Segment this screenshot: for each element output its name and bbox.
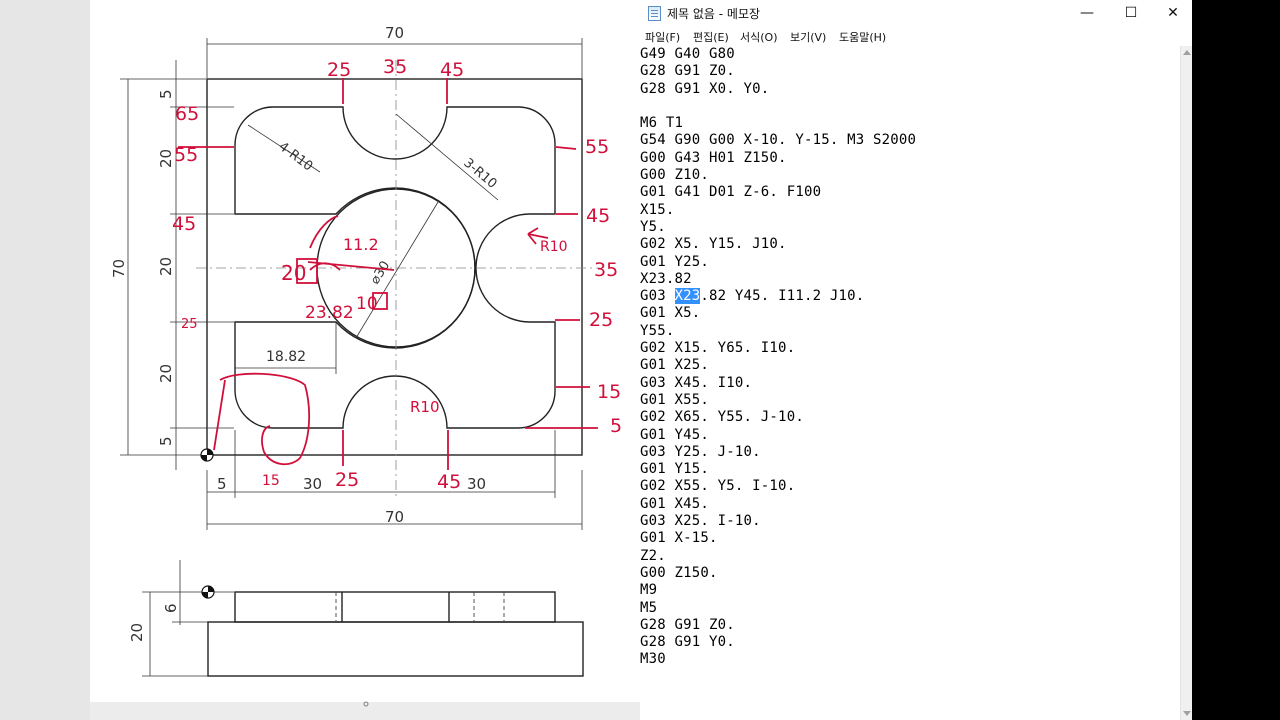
code-line[interactable]: G01 Y45. <box>640 427 1180 444</box>
code-text-after-selection: .82 Y45. I11.2 J10. <box>700 288 865 305</box>
note-11-2: 11.2 <box>343 235 379 254</box>
maximize-button[interactable]: ☐ <box>1110 0 1152 26</box>
dim-left-70: 70 <box>110 259 128 278</box>
code-line[interactable]: G00 G43 H01 Z150. <box>640 150 1180 167</box>
code-line[interactable]: G01 G41 D01 Z-6. F100 <box>640 184 1180 201</box>
scroll-up-icon[interactable] <box>1183 50 1191 55</box>
code-line[interactable]: G03 Y25. J-10. <box>640 444 1180 461</box>
code-line[interactable]: G00 Z150. <box>640 565 1180 582</box>
note-left-65: 65 <box>175 103 199 125</box>
code-line[interactable]: M6 T1 <box>640 115 1180 132</box>
note-left-55: 55 <box>174 144 198 166</box>
code-line[interactable]: G54 G90 G00 X-10. Y-15. M3 S2000 <box>640 132 1180 149</box>
note-top-25: 25 <box>327 59 351 81</box>
close-button[interactable]: ✕ <box>1152 0 1194 26</box>
note-top-45: 45 <box>440 59 464 81</box>
code-line[interactable] <box>640 98 1180 115</box>
dim-bottom-5: 5 <box>217 475 227 493</box>
code-line[interactable]: G01 X-15. <box>640 530 1180 547</box>
menu-edit[interactable]: 편집(E) <box>693 29 729 45</box>
center-lines <box>196 60 600 500</box>
screen-margin <box>1192 0 1280 720</box>
note-r10-right: R10 <box>540 239 568 255</box>
dim-left-20-a: 20 <box>157 149 175 168</box>
menu-bar: 파일(F) 편집(E) 서식(O) 보기(V) 도움말(H) <box>640 26 1192 46</box>
note-left-25: 25 <box>181 317 198 332</box>
code-line[interactable]: G01 X45. <box>640 496 1180 513</box>
dim-4-r10: 4-R10 <box>276 139 316 174</box>
code-line[interactable]: G28 G91 Y0. <box>640 634 1180 651</box>
code-line[interactable]: Y5. <box>640 219 1180 236</box>
code-text-before-selection: G03 <box>640 288 675 305</box>
code-line[interactable]: Z2. <box>640 548 1180 565</box>
side-view <box>207 591 584 677</box>
vertical-scrollbar[interactable] <box>1180 46 1192 720</box>
code-line[interactable]: G01 X55. <box>640 392 1180 409</box>
code-line[interactable]: M9 <box>640 582 1180 599</box>
dim-left-20-b: 20 <box>157 257 175 276</box>
note-top-35: 35 <box>383 56 407 78</box>
dim-bottom-30-b: 30 <box>467 475 486 493</box>
code-line[interactable]: G02 X55. Y5. I-10. <box>640 478 1180 495</box>
dim-bottom-30-a: 30 <box>303 475 322 493</box>
dim-left-5-bottom: 5 <box>157 436 175 446</box>
dim-side-6: 6 <box>162 603 180 613</box>
note-23-82: 23.82 <box>305 303 354 323</box>
note-right-55: 55 <box>585 136 609 158</box>
dim-18-82: 18.82 <box>266 349 306 365</box>
dim-left-5-top: 5 <box>157 89 175 99</box>
menu-view[interactable]: 보기(V) <box>790 29 826 45</box>
note-bottom-15: 15 <box>262 473 280 489</box>
code-line[interactable]: G03 X23.82 Y45. I11.2 J10. <box>640 288 1180 305</box>
menu-file[interactable]: 파일(F) <box>645 29 680 45</box>
note-right-15: 15 <box>597 381 621 403</box>
note-bottom-45: 45 <box>437 471 461 493</box>
code-line[interactable]: G28 G91 Z0. <box>640 63 1180 80</box>
code-line[interactable]: G28 G91 X0. Y0. <box>640 81 1180 98</box>
technical-drawing: 70 70 70 5 20 20 20 5 5 30 30 18.82 4-R1… <box>110 24 622 707</box>
code-line[interactable]: G03 X45. I10. <box>640 375 1180 392</box>
note-20: 20 <box>281 261 306 285</box>
drawing-viewer: 70 70 70 5 20 20 20 5 5 30 30 18.82 4-R1… <box>0 0 640 720</box>
code-line[interactable]: G49 G40 G80 <box>640 46 1180 63</box>
code-line[interactable]: G03 X25. I-10. <box>640 513 1180 530</box>
note-10: 10 <box>356 294 378 314</box>
code-line[interactable]: X15. <box>640 202 1180 219</box>
menu-help[interactable]: 도움말(H) <box>839 29 886 45</box>
note-bottom-25: 25 <box>335 469 359 491</box>
code-line[interactable]: G02 X5. Y15. J10. <box>640 236 1180 253</box>
dim-side-20: 20 <box>128 623 146 642</box>
dim-left-20-c: 20 <box>157 364 175 383</box>
minimize-button[interactable]: — <box>1066 0 1108 26</box>
code-line[interactable]: M30 <box>640 651 1180 668</box>
notepad-icon <box>648 6 661 21</box>
note-right-45: 45 <box>586 205 610 227</box>
dim-top-70: 70 <box>385 24 404 42</box>
code-line[interactable]: M5 <box>640 600 1180 617</box>
scroll-down-icon[interactable] <box>1183 711 1191 716</box>
code-line[interactable]: G02 X65. Y55. J-10. <box>640 409 1180 426</box>
code-line[interactable]: G01 X5. <box>640 305 1180 322</box>
notepad-window: 제목 없음 - 메모장 — ☐ ✕ 파일(F) 편집(E) 서식(O) 보기(V… <box>640 0 1192 720</box>
title-bar[interactable]: 제목 없음 - 메모장 — ☐ ✕ <box>640 0 1192 26</box>
menu-format[interactable]: 서식(O) <box>740 29 777 45</box>
origin-marker <box>200 448 215 599</box>
text-editor[interactable]: G49 G40 G80 G28 G91 Z0. G28 G91 X0. Y0. M6 … <box>640 46 1180 720</box>
selected-text[interactable]: X23 <box>674 288 701 305</box>
code-line[interactable]: G28 G91 Z0. <box>640 617 1180 634</box>
note-right-25: 25 <box>589 309 613 331</box>
note-right-35: 35 <box>594 259 618 281</box>
window-title: 제목 없음 - 메모장 <box>667 7 761 21</box>
code-line[interactable]: G01 X25. <box>640 357 1180 374</box>
code-line[interactable]: X23.82 <box>640 271 1180 288</box>
note-right-5: 5 <box>610 415 622 437</box>
code-line[interactable]: Y55. <box>640 323 1180 340</box>
note-left-45: 45 <box>172 213 196 235</box>
code-line[interactable]: G01 Y25. <box>640 254 1180 271</box>
note-r10-bottom: R10 <box>410 398 440 416</box>
code-line[interactable]: G02 X15. Y65. I10. <box>640 340 1180 357</box>
code-line[interactable]: G01 Y15. <box>640 461 1180 478</box>
dim-bottom-70: 70 <box>385 508 404 526</box>
code-line[interactable]: G00 Z10. <box>640 167 1180 184</box>
